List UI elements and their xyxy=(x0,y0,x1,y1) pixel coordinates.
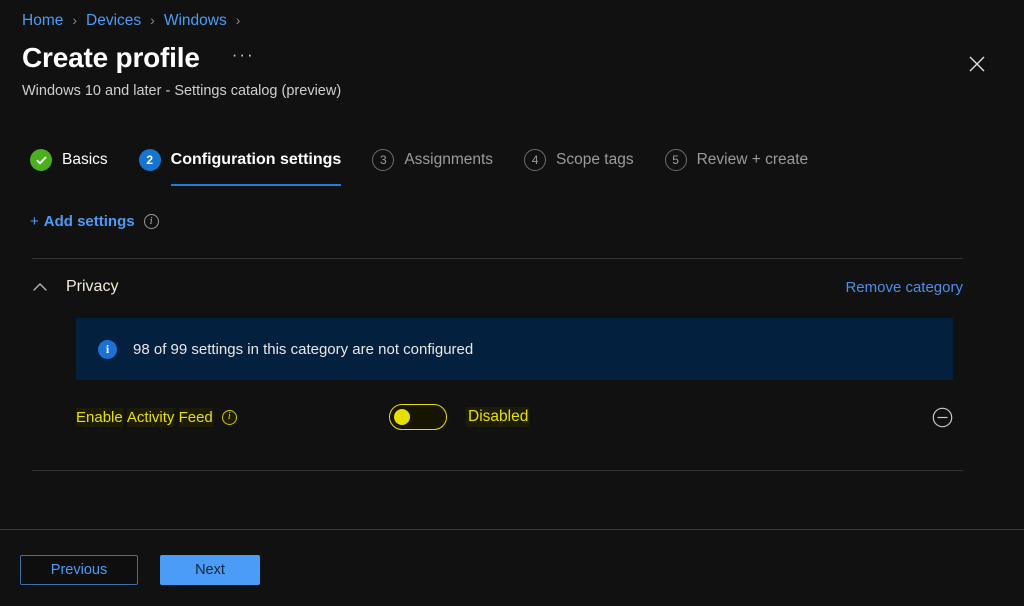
page-subtitle: Windows 10 and later - Settings catalog … xyxy=(22,83,342,99)
toggle-knob xyxy=(394,409,410,425)
setting-label: Enable Activity Feed i xyxy=(76,407,389,427)
tab-configuration-settings-label: Configuration settings xyxy=(170,151,342,168)
setting-row: Enable Activity Feed i Disabled xyxy=(76,400,953,434)
step-number-badge: 3 xyxy=(372,149,395,171)
tab-basics-label: Basics xyxy=(62,151,108,168)
create-profile-blade: Home › Devices › Windows › Create profil… xyxy=(0,0,1024,606)
add-settings-button[interactable]: + Add settings i xyxy=(30,213,159,230)
info-icon: i xyxy=(98,339,117,359)
breadcrumb-separator-icon: › xyxy=(150,12,155,28)
previous-button[interactable]: Previous xyxy=(20,555,138,585)
info-banner: i 98 of 99 settings in this category are… xyxy=(76,318,953,380)
footer-actions: Previous Next xyxy=(20,555,260,585)
info-icon[interactable]: i xyxy=(221,409,237,425)
breadcrumb-separator-icon: › xyxy=(72,12,78,28)
tab-basics[interactable]: Basics xyxy=(30,144,108,176)
category-header: Privacy Remove category xyxy=(32,272,963,302)
category-title: Privacy xyxy=(66,278,119,295)
tab-scope-tags[interactable]: 4 Scope tags xyxy=(524,144,634,176)
more-options-icon[interactable]: ··· xyxy=(232,46,255,63)
category-collapse-toggle[interactable]: Privacy xyxy=(32,278,118,296)
wizard-steps: Basics 2 Configuration settings 3 Assign… xyxy=(30,144,839,186)
close-icon[interactable] xyxy=(963,50,991,78)
step-number-badge: 5 xyxy=(664,149,687,171)
breadcrumb-item-windows[interactable]: Windows xyxy=(164,12,227,30)
breadcrumb: Home › Devices › Windows › xyxy=(22,8,249,34)
check-circle-icon xyxy=(30,149,52,171)
divider xyxy=(32,470,963,471)
tab-review-create[interactable]: 5 Review + create xyxy=(664,144,809,176)
plus-icon: + xyxy=(30,213,39,230)
breadcrumb-item-home[interactable]: Home xyxy=(22,12,63,30)
info-banner-text: 98 of 99 settings in this category are n… xyxy=(133,340,474,358)
add-settings-label: Add settings xyxy=(43,213,135,230)
setting-label-word: Activity xyxy=(126,407,175,427)
tab-scope-tags-label: Scope tags xyxy=(556,151,634,168)
enable-activity-feed-toggle[interactable] xyxy=(389,404,447,430)
breadcrumb-separator-icon: › xyxy=(235,12,241,28)
info-icon[interactable]: i xyxy=(143,214,159,229)
title-row: Create profile ··· xyxy=(22,42,255,74)
footer-divider xyxy=(0,529,1024,530)
page-title: Create profile xyxy=(22,42,200,73)
remove-category-button[interactable]: Remove category xyxy=(845,279,963,296)
chevron-up-icon xyxy=(32,279,48,295)
remove-setting-icon[interactable] xyxy=(931,406,953,428)
tab-review-create-label: Review + create xyxy=(696,151,809,168)
divider xyxy=(32,258,963,259)
tab-assignments-label: Assignments xyxy=(404,151,494,168)
setting-label-word: Feed xyxy=(178,407,213,427)
toggle-state-label: Disabled xyxy=(466,407,531,427)
breadcrumb-item-devices[interactable]: Devices xyxy=(86,12,141,30)
step-number-badge: 2 xyxy=(138,149,161,171)
next-button[interactable]: Next xyxy=(160,555,260,585)
step-number-badge: 4 xyxy=(524,149,547,171)
tab-configuration-settings[interactable]: 2 Configuration settings xyxy=(138,144,342,186)
setting-label-word: Enable xyxy=(76,407,123,427)
tab-assignments[interactable]: 3 Assignments xyxy=(372,144,493,176)
